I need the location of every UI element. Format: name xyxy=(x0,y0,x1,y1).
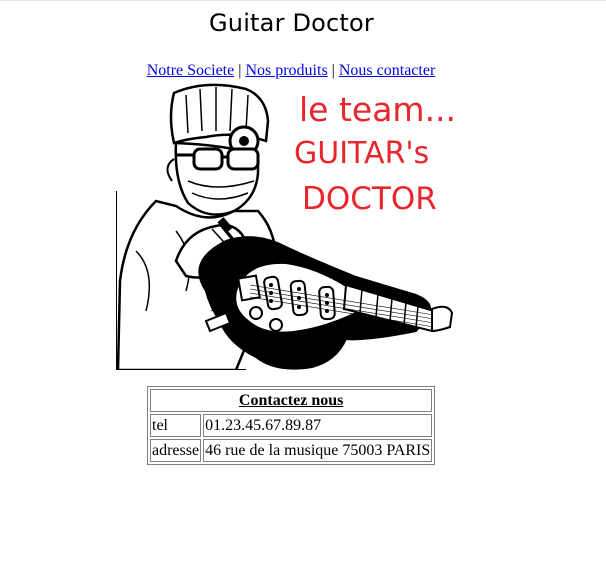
phone-value: 01.23.45.67.89.87 xyxy=(203,414,433,437)
logo-line-2: GUITAR's xyxy=(294,136,429,171)
logo-line-1: le team... xyxy=(299,90,456,129)
nav-separator: | xyxy=(331,62,335,79)
address-value: 46 rue de la musique 75003 PARIS xyxy=(203,439,433,462)
phone-label: tel xyxy=(150,414,202,437)
page-title: Guitar Doctor xyxy=(208,9,374,37)
contact-heading: Contactez nous xyxy=(150,389,433,412)
main-nav: Notre Societe | Nos produits | Nous cont… xyxy=(0,62,582,80)
guitar-doctor-logo: le team... GUITAR's DOCTOR xyxy=(116,81,466,370)
nav-separator: | xyxy=(238,62,242,79)
logo-illustration: le team... GUITAR's DOCTOR xyxy=(116,81,466,370)
table-row: tel 01.23.45.67.89.87 xyxy=(150,414,433,437)
logo-line-3: DOCTOR xyxy=(302,181,437,217)
nav-link-nos-produits[interactable]: Nos produits xyxy=(245,62,327,79)
contact-table: Contactez nous tel 01.23.45.67.89.87 adr… xyxy=(147,386,436,465)
nav-link-nous-contacter[interactable]: Nous contacter xyxy=(339,62,435,79)
table-header-row: Contactez nous xyxy=(150,389,433,412)
address-label: adresse xyxy=(150,439,202,462)
table-row: adresse 46 rue de la musique 75003 PARIS xyxy=(150,439,433,462)
nav-link-notre-societe[interactable]: Notre Societe xyxy=(147,62,235,79)
